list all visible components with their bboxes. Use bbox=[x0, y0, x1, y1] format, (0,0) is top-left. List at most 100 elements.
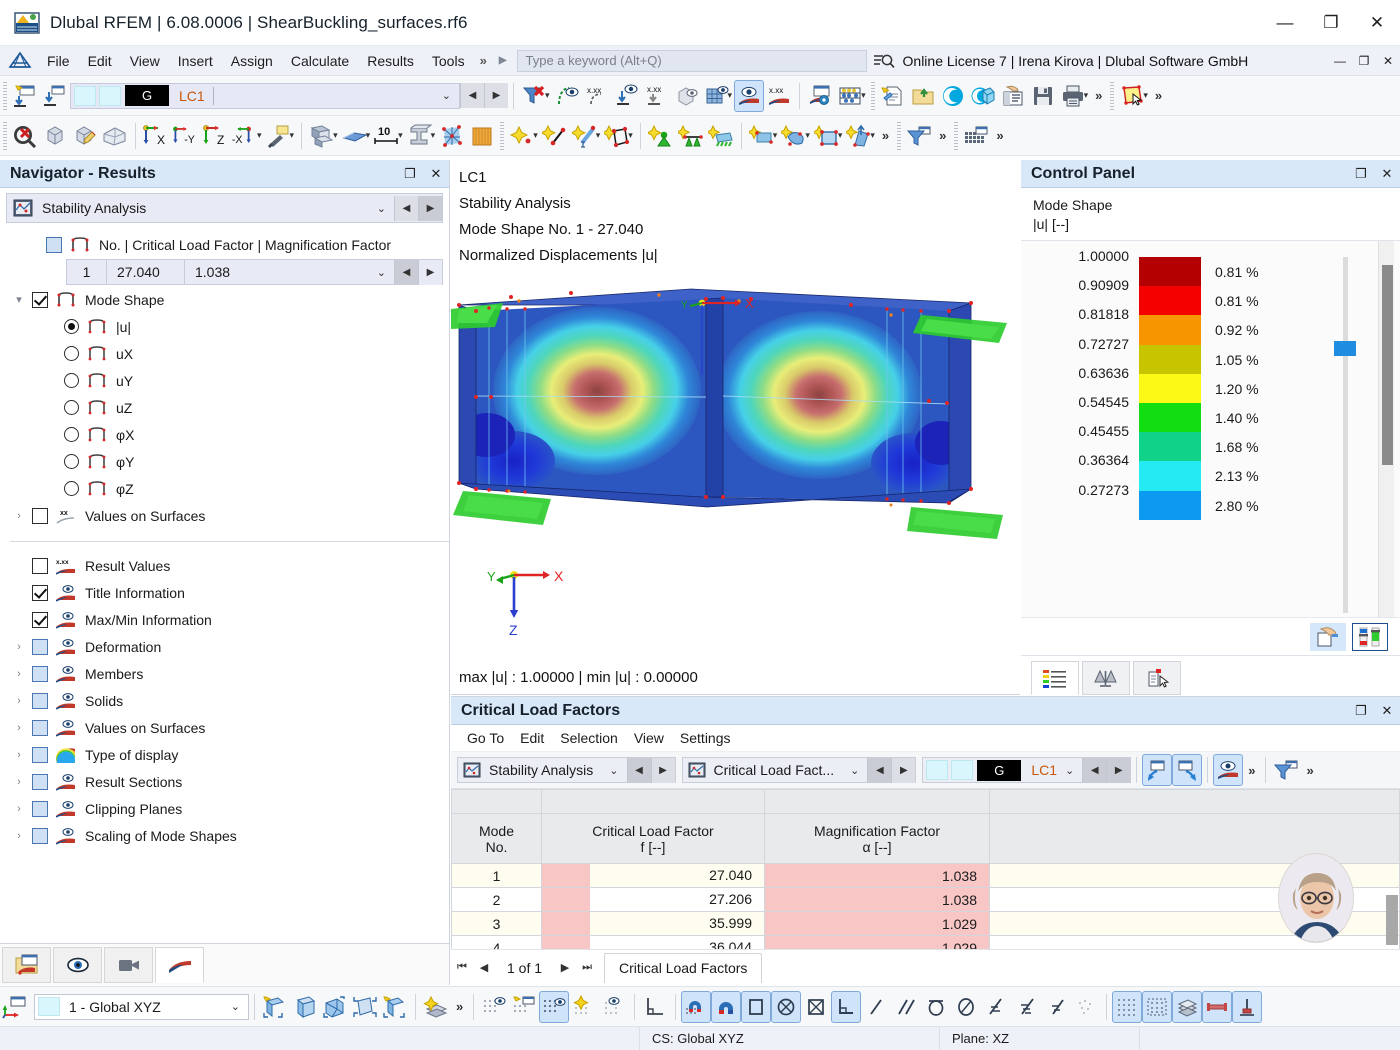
tree-row-deformation[interactable]: › Deformation bbox=[0, 633, 449, 660]
table-analysis-chevron-icon[interactable]: ⌄ bbox=[601, 764, 626, 777]
table-row[interactable]: 4 36.044 1.029 bbox=[452, 936, 1400, 950]
table-lc-next[interactable]: ▶ bbox=[1106, 758, 1130, 783]
snap-parallel-icon[interactable] bbox=[891, 991, 921, 1023]
menu-calculate[interactable]: Calculate bbox=[282, 50, 358, 72]
toolbar2-overflow-icon[interactable]: » bbox=[877, 128, 894, 143]
new-layer-icon[interactable] bbox=[421, 991, 451, 1023]
scaling-mode-shapes-expander-icon[interactable]: › bbox=[10, 830, 28, 842]
values-on-surfaces-expander-icon[interactable]: › bbox=[10, 510, 28, 522]
render-mode-icon[interactable] bbox=[307, 120, 337, 152]
grid-snap-new-icon[interactable] bbox=[509, 991, 539, 1023]
menu-results[interactable]: Results bbox=[358, 50, 423, 72]
result-min-icon[interactable] bbox=[612, 80, 642, 112]
layers-icon[interactable] bbox=[1172, 991, 1202, 1023]
mode-row-chevron-icon[interactable]: ⌄ bbox=[369, 266, 394, 279]
snap-object-icon[interactable] bbox=[599, 991, 629, 1023]
component-u-radio[interactable] bbox=[64, 319, 79, 334]
tree-row-solids[interactable]: › Solids bbox=[0, 687, 449, 714]
new-surface-icon[interactable] bbox=[602, 120, 632, 152]
maxmin-information-checkbox[interactable] bbox=[32, 612, 48, 628]
tree-row-component-phix[interactable]: φX bbox=[0, 421, 449, 448]
navigator-tab-model[interactable] bbox=[2, 947, 51, 983]
mode-header-checkbox[interactable] bbox=[46, 237, 62, 253]
work-plane-xy-icon[interactable] bbox=[290, 991, 320, 1023]
table-analysis-next[interactable]: ▶ bbox=[651, 758, 675, 783]
legend-scrollbar[interactable] bbox=[1378, 241, 1394, 617]
table-analysis-prev[interactable]: ◀ bbox=[627, 758, 651, 783]
navigator-analysis-next[interactable]: ▶ bbox=[418, 196, 442, 221]
import-result-icon[interactable] bbox=[40, 80, 70, 112]
bottom-overflow-icon[interactable]: » bbox=[451, 999, 468, 1014]
table-toolbar-overflow-icon-2[interactable]: » bbox=[1301, 763, 1318, 778]
table-last-page-button[interactable]: ⏭ bbox=[576, 954, 598, 982]
toolbar-grip-3[interactable] bbox=[1110, 82, 1114, 110]
toolbar2-overflow-icon-3[interactable]: » bbox=[991, 128, 1008, 143]
result-settings-icon[interactable] bbox=[805, 80, 835, 112]
solids-checkbox[interactable] bbox=[32, 693, 48, 709]
solids-results-icon[interactable] bbox=[672, 80, 702, 112]
values-on-surfaces-checkbox[interactable] bbox=[32, 508, 48, 524]
abacus-calculation-icon[interactable] bbox=[835, 80, 865, 112]
minimize-button[interactable]: — bbox=[1262, 0, 1308, 46]
tree-row-values-on-surfaces[interactable]: › xx Values on Surfaces bbox=[0, 502, 449, 529]
mode-selection-row[interactable]: 1 27.040 1.038 ⌄ ◀ ▶ bbox=[66, 259, 443, 285]
menu-insert[interactable]: Insert bbox=[169, 50, 222, 72]
tree-row-clipping-planes[interactable]: › Clipping Planes bbox=[0, 795, 449, 822]
table-menu-view[interactable]: View bbox=[626, 728, 672, 748]
load-case-prev-button[interactable]: ◀ bbox=[460, 83, 484, 108]
table-result-next[interactable]: ▶ bbox=[891, 758, 915, 783]
navigator-tab-results[interactable] bbox=[155, 947, 204, 983]
view-in-z-icon[interactable]: Z bbox=[201, 120, 231, 152]
snap-endpoint-icon[interactable] bbox=[741, 991, 771, 1023]
license-search-icon[interactable] bbox=[873, 52, 895, 70]
tree-row-component-phiz[interactable]: φZ bbox=[0, 475, 449, 502]
menu-expand-arrow-icon[interactable]: ▶ bbox=[493, 55, 513, 66]
member-view-icon[interactable] bbox=[1202, 991, 1232, 1023]
component-phiy-radio[interactable] bbox=[64, 454, 79, 469]
new-result-diagram-icon[interactable] bbox=[10, 80, 40, 112]
tree-row-component-uz[interactable]: uZ bbox=[0, 394, 449, 421]
tree-row-members[interactable]: › Members bbox=[0, 660, 449, 687]
snap-intersection-icon[interactable] bbox=[1041, 991, 1071, 1023]
table-scrollbar-thumb[interactable] bbox=[1386, 895, 1398, 945]
tree-row-scaling-mode-shapes[interactable]: › Scaling of Mode Shapes bbox=[0, 822, 449, 849]
menu-tools[interactable]: Tools bbox=[423, 50, 474, 72]
snap-magnet-icon[interactable] bbox=[711, 991, 741, 1023]
values-on-surfaces-2-checkbox[interactable] bbox=[32, 720, 48, 736]
edit-cube-icon[interactable] bbox=[70, 120, 100, 152]
print-icon[interactable] bbox=[1058, 80, 1088, 112]
view-in-x-icon[interactable]: X bbox=[141, 120, 171, 152]
legend-color-swatch[interactable] bbox=[1139, 257, 1201, 286]
navigator-analysis-chevron-icon[interactable]: ⌄ bbox=[369, 202, 394, 215]
control-panel-tab-factors[interactable] bbox=[1082, 661, 1130, 695]
deselect-all-icon[interactable] bbox=[10, 120, 40, 152]
table-view-icon[interactable] bbox=[961, 120, 991, 152]
clipping-planes-expander-icon[interactable]: › bbox=[10, 803, 28, 815]
legend-color-swatch[interactable] bbox=[1139, 461, 1201, 490]
table-lc-prev[interactable]: ◀ bbox=[1082, 758, 1106, 783]
table-menu-selection[interactable]: Selection bbox=[552, 728, 626, 748]
menu-file[interactable]: File bbox=[38, 50, 79, 72]
new-line-support-icon[interactable] bbox=[676, 120, 706, 152]
tree-row-component-phiy[interactable]: φY bbox=[0, 448, 449, 475]
control-panel-restore-button[interactable]: ❐ bbox=[1348, 161, 1374, 187]
snap-ellipse-icon[interactable] bbox=[951, 991, 981, 1023]
table-sheet-tab[interactable]: Critical Load Factors bbox=[604, 953, 762, 983]
maximize-button[interactable]: ❐ bbox=[1308, 0, 1354, 46]
table-result-chevron-icon[interactable]: ⌄ bbox=[842, 764, 867, 777]
surfaces-results-icon[interactable] bbox=[702, 80, 732, 112]
legend-color-swatch[interactable] bbox=[1139, 432, 1201, 461]
save-icon[interactable] bbox=[1028, 80, 1058, 112]
view-in-minus-y-icon[interactable]: -Y bbox=[171, 120, 201, 152]
tree-row-component-uy[interactable]: uY bbox=[0, 367, 449, 394]
table-first-page-button[interactable]: ⏮ bbox=[451, 954, 473, 982]
toolbar1-overflow-icon-2[interactable]: » bbox=[1150, 88, 1167, 103]
table-menu-settings[interactable]: Settings bbox=[672, 728, 739, 748]
search-input[interactable]: Type a keyword (Alt+Q) bbox=[517, 50, 867, 72]
menu-view[interactable]: View bbox=[121, 50, 169, 72]
inner-minimize-button[interactable]: — bbox=[1328, 47, 1352, 75]
load-case-next-button[interactable]: ▶ bbox=[484, 83, 508, 108]
snap-tangent-icon[interactable] bbox=[981, 991, 1011, 1023]
tree-row-type-of-display[interactable]: › Type of display bbox=[0, 741, 449, 768]
new-free-load-icon[interactable] bbox=[779, 120, 809, 152]
